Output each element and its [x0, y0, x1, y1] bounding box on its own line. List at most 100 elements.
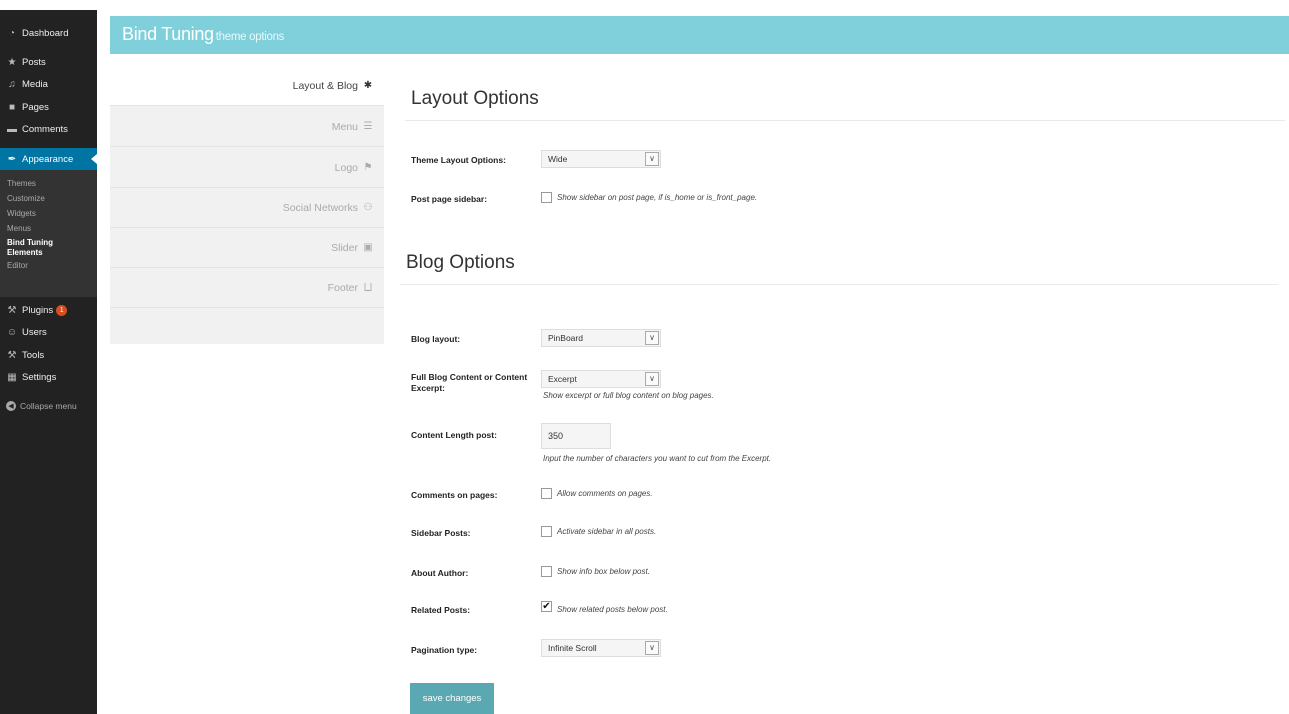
sidebar-posts-checkbox[interactable] — [541, 526, 552, 537]
blog-layout-select[interactable]: PinBoard ∨ — [541, 329, 661, 347]
group-icon: ⚇ — [363, 202, 373, 213]
sidebar-item-appearance[interactable]: ✒ Appearance — [0, 148, 97, 170]
collapse-menu-button[interactable]: ◀ Collapse menu — [0, 395, 97, 417]
save-changes-button[interactable]: save changes — [410, 683, 494, 714]
update-count-badge: 1 — [56, 304, 68, 316]
collapse-icon: ◀ — [6, 401, 16, 411]
sidebar-item-users[interactable]: ☺ Users — [0, 321, 97, 343]
sidebar-item-label: Plugins — [22, 304, 54, 316]
sidebar-item-comments[interactable]: ▬ Comments — [0, 118, 97, 140]
flag-icon: ⚑ — [363, 162, 373, 173]
gear-icon: ✱ — [363, 80, 373, 91]
sidebar-item-tools[interactable]: ⚒ Tools — [0, 344, 97, 366]
tools-icon: ⚒ — [7, 349, 17, 361]
collapse-label: Collapse menu — [20, 401, 77, 411]
divider — [400, 284, 1278, 285]
top-strip — [0, 0, 1289, 10]
plugins-icon: ⚒ — [7, 304, 17, 316]
sidebar-posts-label: Sidebar Posts: — [411, 528, 471, 538]
layout-options-title: Layout Options — [411, 88, 539, 109]
tab-social-networks[interactable]: Social Networks ⚇ — [110, 188, 384, 228]
about-author-text: Show info box below post. — [557, 567, 650, 576]
tab-label: Layout & Blog — [292, 79, 358, 92]
footer-icon: ⨆ — [364, 282, 372, 293]
chevron-down-icon: ∨ — [645, 331, 659, 345]
about-author-checkbox[interactable] — [541, 566, 552, 577]
chevron-down-icon: ∨ — [645, 152, 659, 166]
theme-options-header: Bind Tuning theme options — [110, 16, 1289, 54]
select-value: Wide — [548, 154, 568, 164]
sidebar-item-label: Appearance — [22, 153, 74, 165]
post-sidebar-label: Post page sidebar: — [411, 194, 488, 204]
tab-label: Footer — [327, 281, 358, 294]
about-author-label: About Author: — [411, 568, 469, 578]
appearance-icon: ✒ — [7, 153, 17, 165]
content-length-help: Input the number of characters you want … — [543, 454, 772, 463]
pages-icon: ■ — [8, 101, 16, 113]
sidebar-item-label: Comments — [22, 123, 68, 135]
content-length-input[interactable]: 350 — [541, 423, 611, 449]
sidebar-item-settings[interactable]: ▦ Settings — [0, 366, 97, 388]
tab-layout-blog[interactable]: Layout & Blog ✱ — [110, 66, 384, 106]
related-posts-text: Show related posts below post. — [557, 605, 668, 614]
sidebar-item-label: Tools — [22, 349, 45, 361]
submenu-themes[interactable]: Themes — [0, 176, 97, 191]
sidebar-item-label: Users — [22, 326, 47, 338]
chevron-down-icon: ∨ — [645, 641, 659, 655]
theme-layout-label: Theme Layout Options: — [411, 155, 506, 165]
select-value: Infinite Scroll — [548, 643, 597, 653]
menu-icon: ☰ — [363, 121, 373, 132]
sidebar-item-label: Media — [22, 78, 48, 90]
tab-label: Logo — [334, 161, 358, 174]
comments-pages-text: Allow comments on pages. — [557, 489, 653, 498]
sidebar-item-media[interactable]: ♫ Media — [0, 73, 97, 95]
tab-slider[interactable]: Slider ▣ — [110, 228, 384, 268]
comments-pages-label: Comments on pages: — [411, 490, 498, 500]
sidebar-posts-text: Activate sidebar in all posts. — [557, 527, 657, 536]
select-value: Excerpt — [548, 374, 577, 384]
pagination-type-select[interactable]: Infinite Scroll ∨ — [541, 639, 661, 657]
pagination-type-label: Pagination type: — [411, 645, 478, 655]
sidebar-item-dashboard[interactable]: ◔ Dashboard — [0, 22, 97, 44]
header-title: Bind Tuning theme options — [122, 24, 284, 45]
options-tabs: Layout & Blog ✱ Menu ☰ Logo ⚑ Social Net… — [110, 66, 384, 344]
tab-label: Slider — [331, 241, 358, 254]
sidebar-item-label: Dashboard — [22, 27, 69, 39]
chevron-down-icon: ∨ — [645, 372, 659, 386]
settings-icon: ▦ — [7, 371, 17, 383]
sidebar-item-plugins[interactable]: ⚒ Plugins 1 — [0, 299, 97, 321]
sidebar-item-posts[interactable]: ★ Posts — [0, 51, 97, 73]
blog-content-label: Full Blog Content or Content Excerpt: — [411, 372, 528, 393]
comments-pages-checkbox[interactable] — [541, 488, 552, 499]
comments-icon: ▬ — [7, 123, 17, 135]
sidebar-item-label: Posts — [22, 56, 46, 68]
select-value: PinBoard — [548, 333, 583, 343]
submenu-editor[interactable]: Editor — [0, 258, 97, 273]
blog-content-select[interactable]: Excerpt ∨ — [541, 370, 661, 388]
divider — [405, 120, 1285, 121]
tab-footer[interactable]: Footer ⨆ — [110, 268, 384, 308]
header-subtitle: theme options — [215, 31, 285, 43]
submenu-menus[interactable]: Menus — [0, 221, 97, 236]
theme-layout-select[interactable]: Wide ∨ — [541, 150, 661, 168]
submenu-customize[interactable]: Customize — [0, 191, 97, 206]
submenu-widgets[interactable]: Widgets — [0, 206, 97, 221]
submenu-bind-tuning-elements[interactable]: Bind Tuning Elements — [0, 236, 60, 258]
related-posts-checkbox[interactable]: ✔ — [541, 601, 552, 612]
related-posts-label: Related Posts: — [411, 605, 471, 615]
blog-layout-label: Blog layout: — [411, 334, 461, 344]
blog-options-title: Blog Options — [406, 252, 515, 273]
dashboard-icon: ◔ — [8, 27, 16, 39]
tab-label: Social Networks — [282, 201, 358, 214]
tab-menu[interactable]: Menu ☰ — [110, 107, 384, 147]
header-title-text: Bind Tuning — [122, 24, 214, 44]
sidebar-item-label: Settings — [22, 371, 57, 383]
post-sidebar-text: Show sidebar on post page, if is_home or… — [557, 193, 758, 202]
image-icon: ▣ — [363, 242, 373, 253]
sidebar-item-pages[interactable]: ■ Pages — [0, 96, 97, 118]
post-sidebar-checkbox[interactable] — [541, 192, 552, 203]
content-length-label: Content Length post: — [411, 430, 497, 440]
content-gutter — [97, 10, 110, 714]
admin-sidebar: ◔ Dashboard ★ Posts ♫ Media ■ Pages ▬ Co… — [0, 10, 97, 714]
tab-logo[interactable]: Logo ⚑ — [110, 148, 384, 188]
